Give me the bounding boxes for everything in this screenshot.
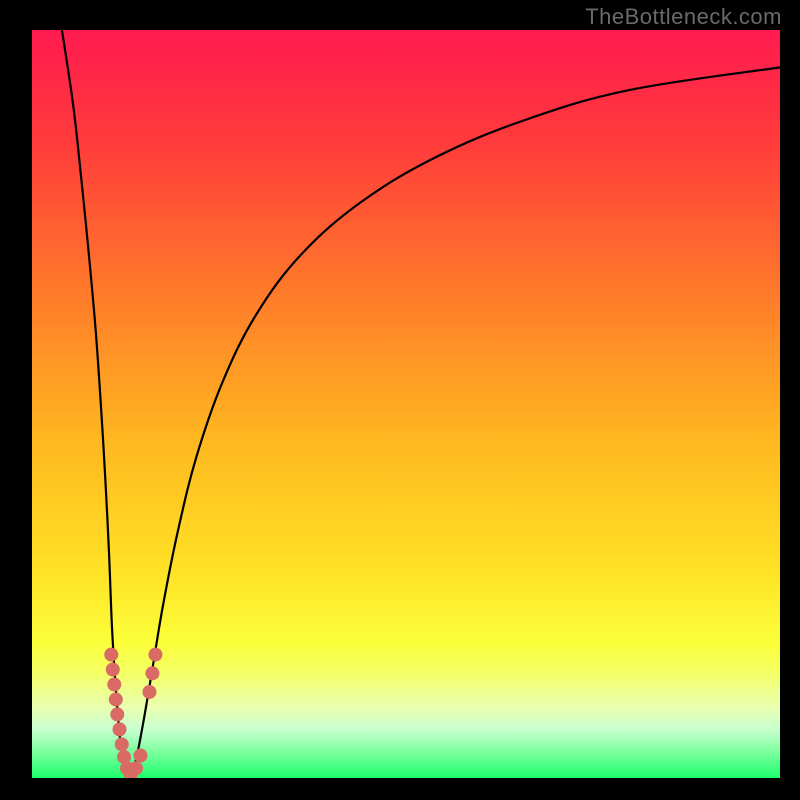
watermark-text: TheBottleneck.com: [585, 4, 782, 30]
data-marker: [104, 648, 118, 662]
data-marker: [142, 685, 156, 699]
data-marker: [110, 707, 124, 721]
data-marker: [109, 692, 123, 706]
data-marker: [133, 749, 147, 763]
data-marker: [115, 737, 129, 751]
data-marker: [148, 648, 162, 662]
data-marker: [106, 663, 120, 677]
gradient-background: [32, 30, 780, 778]
data-marker: [145, 666, 159, 680]
data-marker: [129, 761, 143, 775]
data-marker: [113, 722, 127, 736]
data-marker: [107, 678, 121, 692]
bottleneck-plot: [0, 0, 800, 800]
chart-frame: TheBottleneck.com: [0, 0, 800, 800]
